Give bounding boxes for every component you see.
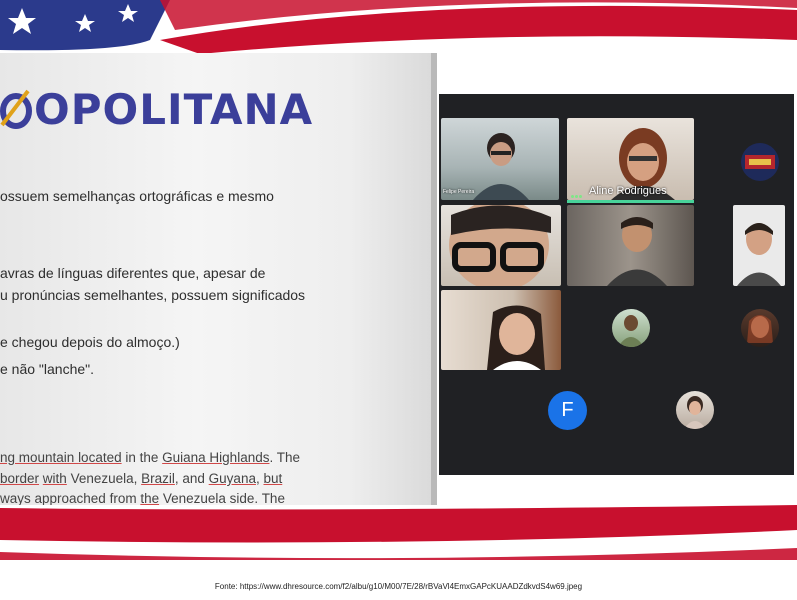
person-silhouette — [449, 205, 551, 286]
slide-english-line: ng mountain located in the Guiana Highla… — [0, 450, 300, 465]
person-silhouette — [737, 223, 781, 286]
participant-tile[interactable] — [567, 205, 694, 286]
avatar-image — [747, 315, 773, 343]
presentation-slide: OPOLITANA ossuem semelhanças ortográfica… — [0, 53, 437, 505]
person-silhouette — [607, 217, 667, 286]
slide-text-line: u pronúncias semelhantes, possuem signif… — [0, 287, 306, 303]
slide-text-line: e chegou depois do almoço.) — [0, 334, 180, 350]
person-silhouette — [487, 305, 545, 370]
participant-avatar[interactable] — [612, 309, 650, 347]
participant-tile-speaking[interactable]: Aline Rodrigues — [567, 118, 694, 200]
person-silhouette — [473, 133, 529, 200]
participant-tile[interactable]: Felipe Pereira — [441, 118, 559, 200]
slide-brand-title: OPOLITANA — [0, 85, 313, 134]
slide-text-line: e não "lanche". — [0, 361, 95, 377]
participant-tile[interactable] — [441, 290, 561, 370]
avatar-image — [618, 315, 644, 347]
slide-english-line: ways approached from the Venezuela side.… — [0, 491, 285, 505]
avatar-image — [745, 155, 775, 169]
source-caption: Fonte: https://www.dhresource.com/f2/alb… — [214, 582, 583, 591]
participant-tile[interactable] — [441, 205, 561, 286]
slide-text-line: ossuem semelhanças ortográficas e mesmo — [0, 188, 274, 204]
participant-avatar[interactable] — [676, 391, 714, 429]
active-speaker-bar — [567, 200, 694, 203]
logo-swoosh-icon — [0, 89, 32, 129]
participant-name: Felipe Pereira — [443, 189, 475, 195]
participant-initial-avatar[interactable]: F — [548, 391, 587, 430]
participant-avatar[interactable] — [741, 143, 779, 181]
participant-tile[interactable] — [733, 205, 785, 286]
participant-name: Aline Rodrigues — [571, 185, 667, 199]
speaking-indicator-icon — [571, 189, 585, 199]
participant-avatar[interactable] — [741, 309, 779, 347]
slide-text-line: avras de línguas diferentes que, apesar … — [0, 265, 266, 281]
slide-english-line: border with Venezuela, Brazil, and Guyan… — [0, 471, 283, 486]
avatar-image — [684, 396, 706, 429]
